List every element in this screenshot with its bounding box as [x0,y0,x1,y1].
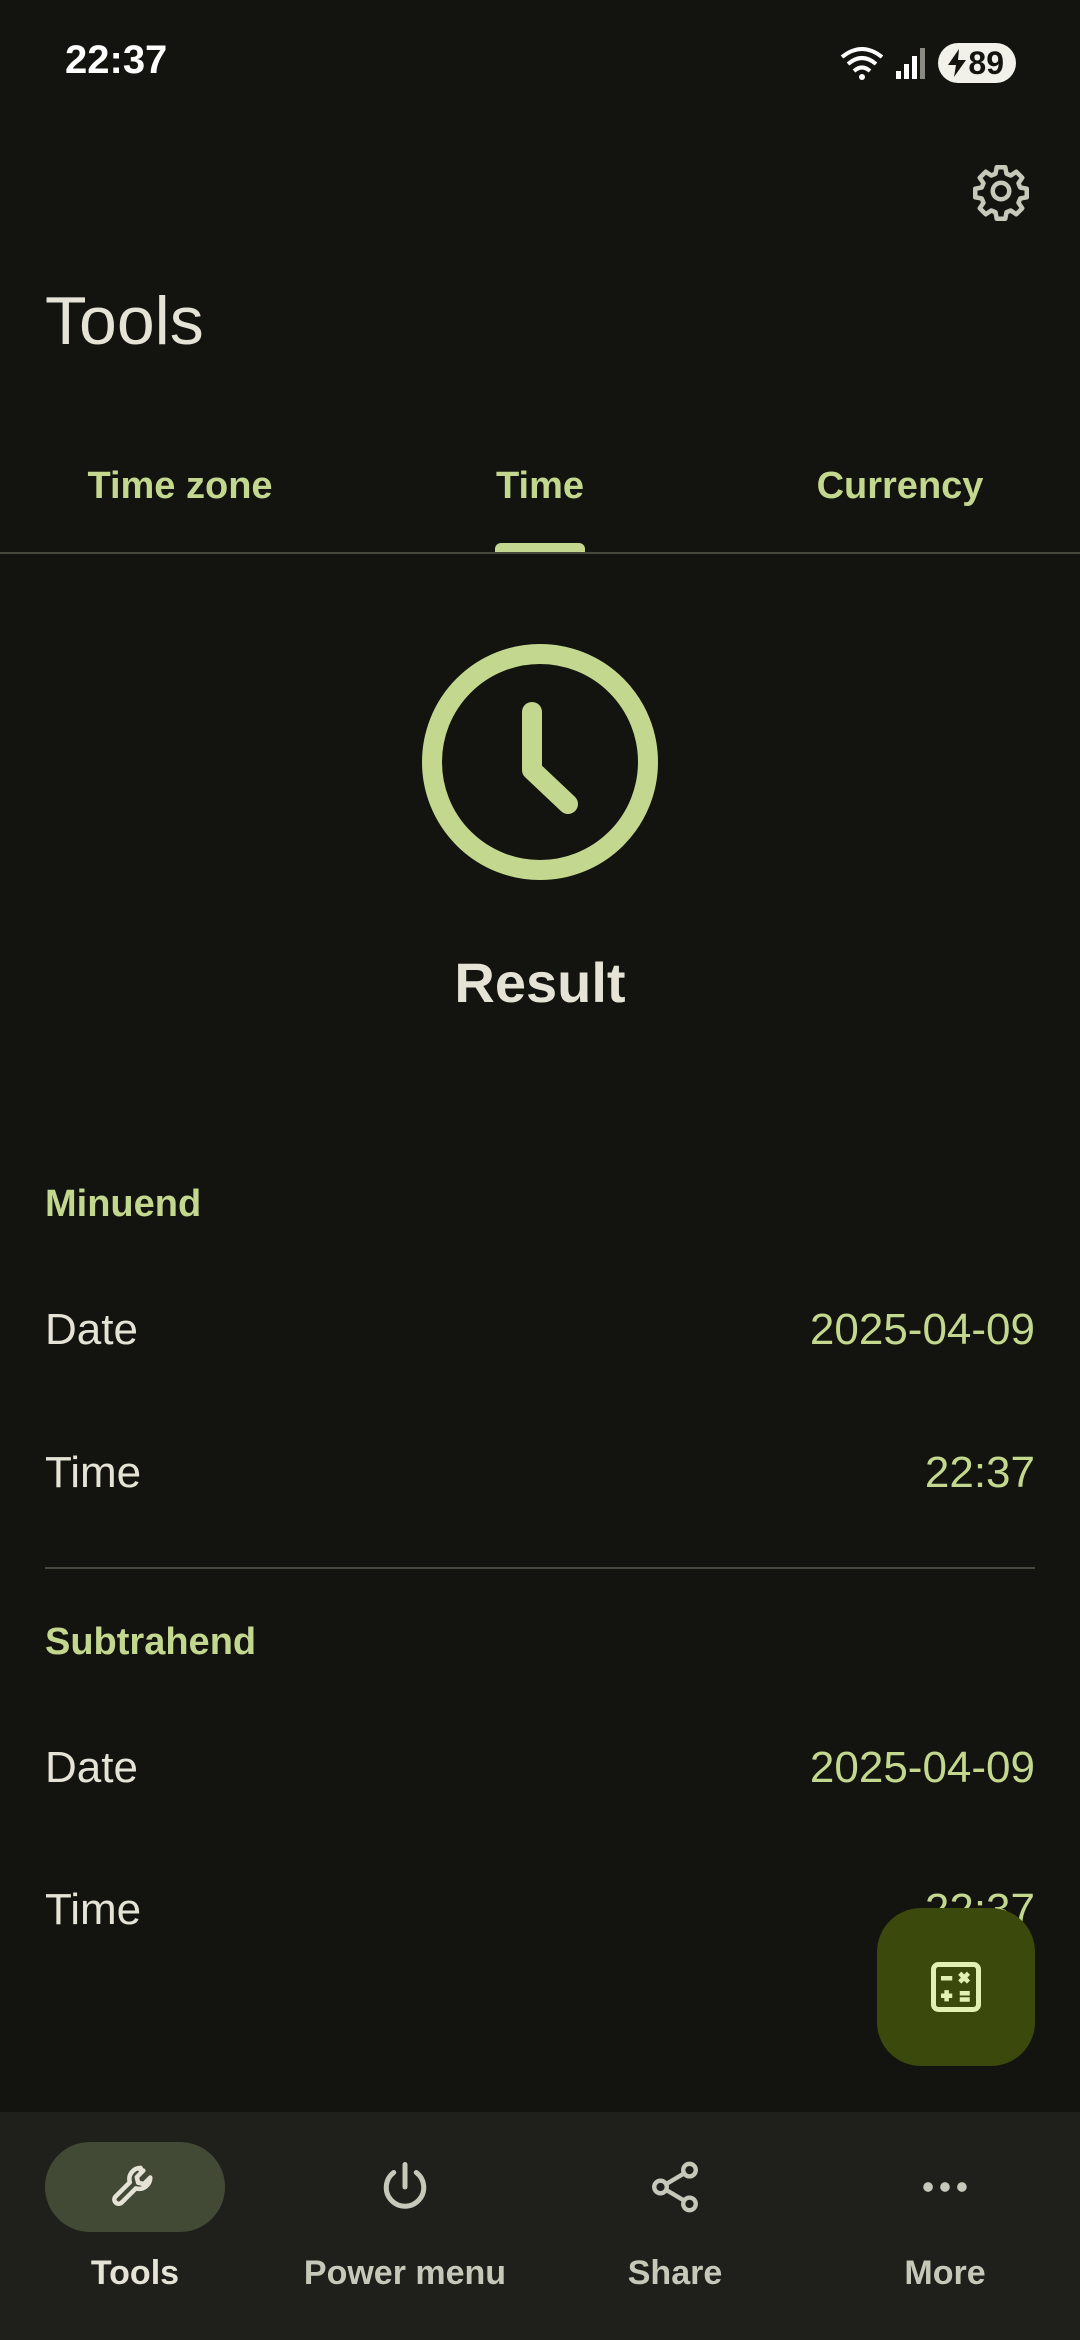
minuend-time-row[interactable]: Time 22:37 [45,1433,1035,1513]
nav-item-share[interactable]: Share [540,2142,810,2302]
nav-label-tools: Tools [90,2254,180,2292]
tab-time-zone[interactable]: Time zone [0,420,360,552]
minuend-date-row[interactable]: Date 2025-04-09 [45,1290,1035,1370]
bottom-navigation: Tools Power menu Share More [0,2112,1080,2340]
gear-icon [973,165,1029,221]
nav-pill-power-menu [315,2142,495,2232]
nav-active-pill [45,2142,225,2232]
charging-bolt-icon [948,49,967,77]
minuend-date-value: 2025-04-09 [809,1305,1035,1354]
status-bar: 22:37 89 [0,0,1080,126]
power-icon [383,2162,427,2209]
status-time: 22:37 [65,38,168,82]
signal-icon [896,48,926,79]
nav-item-power-menu[interactable]: Power menu [270,2142,540,2302]
battery-indicator: 89 [938,43,1016,83]
wifi-icon [841,47,884,80]
share-icon [652,2161,698,2213]
calculate-icon [931,1962,981,2012]
tab-time[interactable]: Time [360,420,720,552]
clock-icon [422,644,658,880]
nav-pill-share [585,2142,765,2232]
section-divider [45,1567,1035,1569]
calculate-fab[interactable] [877,1908,1035,2066]
subtrahend-time-label: Time [45,1885,142,1934]
battery-level: 89 [968,44,1004,81]
more-horiz-icon [923,2182,967,2192]
subtrahend-section-label: Subtrahend [45,1621,257,1663]
nav-label-share: Share [627,2254,723,2292]
tab-selected-indicator [495,543,585,552]
wrench-icon [112,2165,153,2206]
nav-label-power-menu: Power menu [303,2254,507,2292]
nav-pill-more [855,2142,1035,2232]
subtrahend-date-row[interactable]: Date 2025-04-09 [45,1728,1035,1808]
minuend-time-label: Time [45,1448,142,1497]
minuend-date-label: Date [45,1305,138,1354]
subtrahend-date-value: 2025-04-09 [809,1743,1035,1792]
settings-button[interactable] [965,155,1037,227]
status-icons: 89 [840,38,1016,88]
nav-item-more[interactable]: More [810,2142,1080,2302]
tab-currency[interactable]: Currency [720,420,1080,552]
page-title: Tools [45,283,204,359]
nav-item-tools[interactable]: Tools [0,2142,270,2302]
result-title: Result [454,951,626,1014]
tab-bar: Time zone Time Currency [0,420,1080,554]
minuend-section-label: Minuend [45,1183,202,1225]
minuend-time-value: 22:37 [924,1448,1035,1497]
subtrahend-date-label: Date [45,1743,138,1792]
nav-label-more: More [904,2254,986,2292]
